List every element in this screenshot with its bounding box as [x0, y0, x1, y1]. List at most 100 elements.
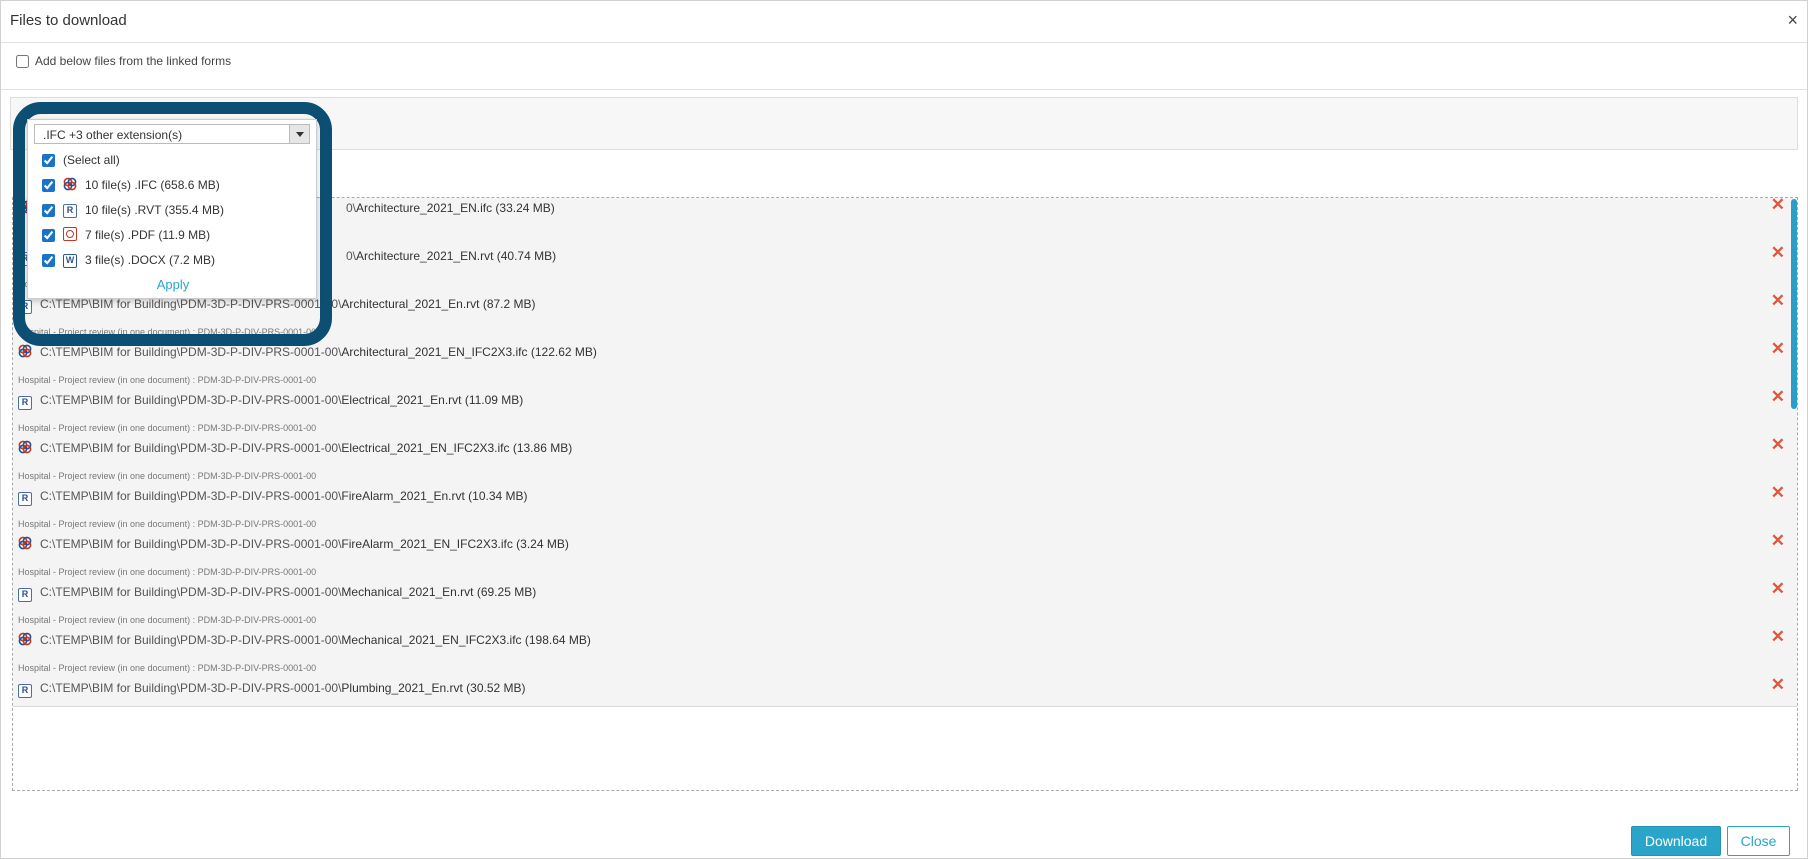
file-name: Plumbing_2021_En.rvt (30.52 MB)	[341, 681, 526, 695]
close-button[interactable]: Close	[1727, 826, 1790, 856]
file-path-prefix: C:\TEMP\BIM for Building\PDM-3D-P-DIV-PR…	[40, 441, 342, 455]
extension-filter-dropdown: .IFC +3 other extension(s) (Select all) 1…	[27, 119, 317, 299]
rvt-icon: R	[18, 684, 32, 698]
remove-file-icon[interactable]: ✕	[1771, 292, 1785, 309]
rvt-icon: R	[18, 588, 32, 602]
file-path: C:\TEMP\BIM for Building\PDM-3D-P-DIV-PR…	[40, 633, 591, 647]
extension-option-checkbox[interactable]	[42, 228, 55, 242]
remove-file-icon[interactable]: ✕	[1771, 676, 1785, 693]
apply-button[interactable]: Apply	[28, 277, 318, 292]
remove-file-icon[interactable]: ✕	[1771, 198, 1785, 213]
file-context: Hospital - Project review (in one docume…	[18, 423, 317, 433]
download-button[interactable]: Download	[1631, 826, 1721, 856]
extension-option-checkbox[interactable]	[42, 203, 55, 217]
file-path: 0\Architecture_2021_EN.ifc (33.24 MB)	[346, 201, 555, 215]
extension-option-label: 10 file(s) .IFC (658.6 MB)	[85, 178, 220, 192]
rvt-icon: R	[18, 396, 32, 410]
file-name: Architecture_2021_EN.ifc (33.24 MB)	[356, 201, 555, 215]
file-path-prefix: C:\TEMP\BIM for Building\PDM-3D-P-DIV-PR…	[40, 345, 342, 359]
file-name: FireAlarm_2021_EN_IFC2X3.ifc (3.24 MB)	[341, 537, 569, 551]
file-path: C:\TEMP\BIM for Building\PDM-3D-P-DIV-PR…	[40, 489, 528, 503]
file-path: C:\TEMP\BIM for Building\PDM-3D-P-DIV-PR…	[40, 585, 536, 599]
ifc-icon	[18, 344, 32, 362]
scrollbar[interactable]	[1791, 199, 1797, 409]
file-path: C:\TEMP\BIM for Building\PDM-3D-P-DIV-PR…	[40, 441, 572, 455]
remove-file-icon[interactable]: ✕	[1771, 244, 1785, 261]
file-type-icon-wrap	[18, 344, 32, 358]
extension-option-label: (Select all)	[63, 153, 120, 167]
extension-option-label: 10 file(s) .RVT (355.4 MB)	[85, 203, 224, 217]
extension-option[interactable]: W 3 file(s) .DOCX (7.2 MB)	[42, 251, 215, 269]
ifc-icon	[63, 177, 77, 194]
file-row: Hospital - Project review (in one docume…	[13, 460, 1797, 515]
docx-icon: W	[63, 254, 77, 268]
extension-option[interactable]: R 10 file(s) .RVT (355.4 MB)	[42, 201, 224, 219]
file-type-icon-wrap: R	[18, 488, 32, 506]
extension-icon-wrap: R	[63, 202, 77, 218]
file-path-prefix: C:\TEMP\BIM for Building\PDM-3D-P-DIV-PR…	[40, 537, 342, 551]
remove-file-icon[interactable]: ✕	[1771, 388, 1785, 405]
file-path-prefix: 0\	[346, 249, 357, 263]
dialog-title: Files to download	[10, 12, 127, 29]
file-path: C:\TEMP\BIM for Building\PDM-3D-P-DIV-PR…	[40, 393, 523, 407]
file-path: C:\TEMP\BIM for Building\PDM-3D-P-DIV-PR…	[40, 681, 526, 695]
file-context: Hospital - Project review (in one docume…	[18, 567, 317, 577]
file-row: Hospital - Project review (in one docume…	[13, 652, 1797, 707]
remove-file-icon[interactable]: ✕	[1771, 532, 1785, 549]
file-name: Mechanical_2021_EN_IFC2X3.ifc (198.64 MB…	[341, 633, 591, 647]
dialog-titlebar: Files to download ×	[1, 1, 1807, 43]
file-type-icon-wrap	[18, 632, 32, 646]
remove-file-icon[interactable]: ✕	[1771, 484, 1785, 501]
extension-option-label: 3 file(s) .DOCX (7.2 MB)	[85, 253, 216, 267]
ifc-icon	[18, 440, 32, 458]
file-path-prefix: C:\TEMP\BIM for Building\PDM-3D-P-DIV-PR…	[40, 489, 342, 503]
file-path: 0\Architecture_2021_EN.rvt (40.74 MB)	[346, 249, 556, 263]
extension-option-checkbox[interactable]	[42, 153, 55, 167]
extension-select[interactable]: .IFC +3 other extension(s)	[34, 124, 310, 144]
extension-option[interactable]: 10 file(s) .IFC (658.6 MB)	[42, 176, 220, 194]
file-row: Hospital - Project review (in one docume…	[13, 508, 1797, 563]
file-name: Architecture_2021_EN.rvt (40.74 MB)	[356, 249, 557, 263]
close-icon[interactable]: ×	[1787, 11, 1798, 29]
extension-option-checkbox[interactable]	[42, 253, 55, 267]
file-path-prefix: C:\TEMP\BIM for Building\PDM-3D-P-DIV-PR…	[40, 633, 342, 647]
linked-forms-option[interactable]: Add below files from the linked forms	[16, 52, 231, 70]
linked-forms-checkbox[interactable]	[16, 54, 29, 68]
file-name: FireAlarm_2021_En.rvt (10.34 MB)	[341, 489, 528, 503]
chevron-down-icon[interactable]	[289, 125, 309, 143]
pdf-icon	[63, 226, 77, 241]
extension-icon-wrap	[63, 226, 77, 244]
remove-file-icon[interactable]: ✕	[1771, 340, 1785, 357]
extension-option-label: 7 file(s) .PDF (11.9 MB)	[85, 228, 211, 242]
remove-file-icon[interactable]: ✕	[1771, 628, 1785, 645]
file-path-prefix: C:\TEMP\BIM for Building\PDM-3D-P-DIV-PR…	[40, 681, 342, 695]
file-type-icon-wrap: R	[18, 584, 32, 602]
file-context: Hospital - Project review (in one docume…	[18, 615, 317, 625]
remove-file-icon[interactable]: ✕	[1771, 436, 1785, 453]
extension-option[interactable]: 7 file(s) .PDF (11.9 MB)	[42, 226, 210, 244]
rvt-icon: R	[63, 204, 77, 218]
linked-forms-label: Add below files from the linked forms	[35, 54, 232, 68]
file-path-prefix: C:\TEMP\BIM for Building\PDM-3D-P-DIV-PR…	[40, 393, 342, 407]
file-context: Hospital - Project review (in one docume…	[18, 663, 317, 673]
file-name: Electrical_2021_EN_IFC2X3.ifc (13.86 MB)	[341, 441, 573, 455]
file-name: Architectural_2021_En.rvt (87.2 MB)	[341, 297, 536, 311]
extension-option[interactable]: (Select all)	[42, 151, 120, 169]
file-type-icon-wrap	[18, 536, 32, 550]
file-path-prefix: 0\	[346, 201, 357, 215]
extension-option-checkbox[interactable]	[42, 178, 55, 192]
files-to-download-dialog: Files to download × Add below files from…	[0, 0, 1808, 859]
file-name: Mechanical_2021_En.rvt (69.25 MB)	[341, 585, 537, 599]
file-context: Hospital - Project review (in one docume…	[18, 519, 317, 529]
file-row: Hospital - Project review (in one docume…	[13, 556, 1797, 611]
remove-file-icon[interactable]: ✕	[1771, 580, 1785, 597]
file-row: Hospital - Project review (in one docume…	[13, 604, 1797, 659]
file-type-icon-wrap	[18, 440, 32, 454]
rvt-icon: R	[18, 492, 32, 506]
file-type-icon-wrap: R	[18, 392, 32, 410]
file-context: Hospital - Project review (in one docume…	[18, 375, 317, 385]
file-path: C:\TEMP\BIM for Building\PDM-3D-P-DIV-PR…	[40, 537, 569, 551]
ifc-icon	[18, 632, 32, 650]
ifc-icon	[18, 536, 32, 554]
file-type-icon-wrap: R	[18, 680, 32, 698]
